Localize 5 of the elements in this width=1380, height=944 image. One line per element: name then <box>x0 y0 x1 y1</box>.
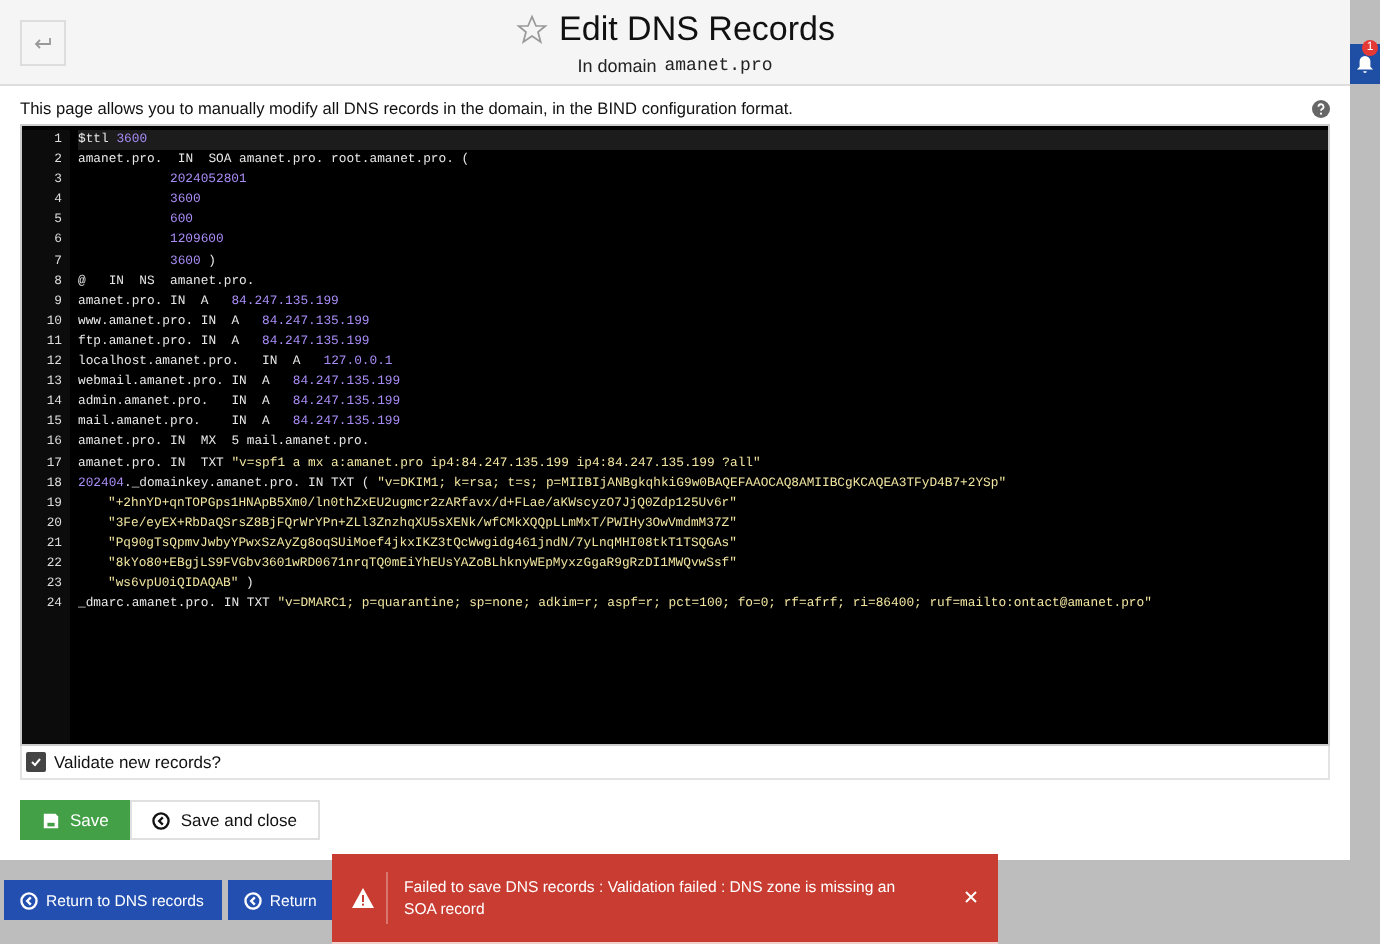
validate-label: Validate new records? <box>54 752 221 772</box>
page-title: Edit DNS Records <box>559 9 835 49</box>
subtitle-label: In domain <box>577 55 657 75</box>
description-text: This page allows you to manually modify all DNS records in the domain, in the BIND configuration format. <box>20 98 793 118</box>
domain-name: amanet.pro <box>664 55 773 75</box>
